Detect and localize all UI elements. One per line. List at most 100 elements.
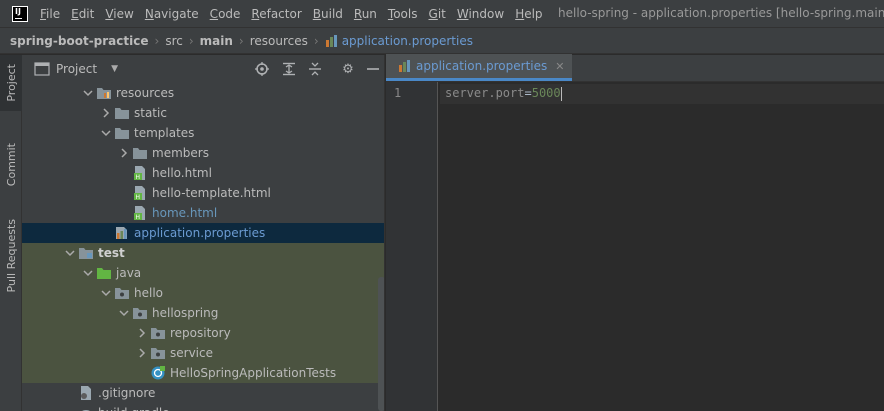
tree-item-application-properties[interactable]: application.properties (22, 223, 384, 243)
tree-item-build-gradle[interactable]: build.gradle (22, 403, 384, 411)
menu-window[interactable]: Window (457, 7, 504, 21)
chevron-down-icon[interactable]: ▼ (111, 64, 118, 74)
project-panel-title[interactable]: Project (56, 62, 97, 76)
tree-item-gitignore[interactable]: .gitignore (22, 383, 384, 403)
tree-item-hello[interactable]: hello (22, 283, 384, 303)
package-icon (150, 345, 166, 361)
chevron-down-icon[interactable] (116, 303, 132, 323)
menu-refactor[interactable]: Refactor (251, 7, 301, 21)
test-class-icon (150, 365, 166, 381)
breadcrumb-separator-icon: › (154, 33, 160, 48)
project-tool-label: Project (4, 64, 18, 102)
chevron-down-icon[interactable] (98, 123, 114, 143)
tree-item-hellospringapplicationtests[interactable]: HelloSpringApplicationTests (22, 363, 384, 383)
menu-edit[interactable]: Edit (71, 7, 94, 21)
expand-all-icon[interactable] (281, 61, 297, 77)
tree-item-label: resources (116, 86, 175, 100)
chevron-right-icon[interactable] (116, 143, 132, 163)
code-line-1[interactable]: server.port=5000 (445, 86, 562, 101)
menu-help[interactable]: Help (515, 7, 542, 21)
breadcrumb-resources[interactable]: resources (250, 34, 308, 48)
tree-item-members[interactable]: members (22, 143, 384, 163)
chevron-down-icon[interactable] (62, 243, 78, 263)
menu-build[interactable]: Build (313, 7, 343, 21)
tree-item-service[interactable]: service (22, 343, 384, 363)
tab-application-properties[interactable]: application.properties ✕ (386, 54, 573, 81)
menu-git[interactable]: Git (429, 7, 446, 21)
chevron-right-icon[interactable] (98, 103, 114, 123)
svg-text:H: H (136, 194, 141, 201)
tree-item-test[interactable]: test (22, 243, 384, 263)
html-file-icon: H (132, 165, 148, 181)
tree-item-label: members (152, 146, 209, 160)
package-icon (132, 305, 148, 321)
tree-item-label: build.gradle (98, 406, 170, 411)
collapse-all-icon[interactable] (307, 61, 323, 77)
menu-view[interactable]: View (105, 7, 133, 21)
property-value: 5000 (531, 86, 561, 100)
commit-tool-label: Commit (4, 143, 18, 187)
folder-icon (114, 125, 130, 141)
project-tool-button[interactable]: Project (0, 55, 22, 111)
chevron-down-icon[interactable] (98, 283, 114, 303)
breadcrumb-separator-icon: › (188, 33, 194, 48)
tree-item-hellospring[interactable]: hellospring (22, 303, 384, 323)
chevron-down-icon[interactable] (80, 263, 96, 283)
commit-tool-button[interactable]: Commit (0, 133, 22, 197)
close-icon[interactable]: ✕ (555, 60, 564, 73)
chevron-right-icon[interactable] (134, 323, 150, 343)
text-cursor (560, 86, 562, 101)
breadcrumb-project[interactable]: spring-boot-practice (10, 34, 149, 48)
minimize-icon[interactable] (365, 61, 381, 77)
html-file-icon: H (132, 205, 148, 221)
menu-tools[interactable]: Tools (388, 7, 418, 21)
tree-item-label: test (98, 246, 125, 260)
chevron-right-icon[interactable] (134, 343, 150, 363)
editor-area: application.properties ✕ 1 server.port=5… (386, 54, 884, 411)
pull-requests-tool-button[interactable]: Pull Requests (0, 211, 22, 301)
breadcrumb-file-label: application.properties (341, 33, 473, 48)
breadcrumb-separator-icon: › (238, 33, 244, 48)
menu-navigate[interactable]: Navigate (145, 7, 199, 21)
tree-item-hello-template-html[interactable]: Hhello-template.html (22, 183, 384, 203)
breadcrumb-main[interactable]: main (200, 34, 233, 48)
package-icon (150, 325, 166, 341)
breadcrumb-src[interactable]: src (165, 34, 183, 48)
tree-item-resources[interactable]: resources (22, 83, 384, 103)
test-source-folder-icon (96, 265, 112, 281)
line-number: 1 (394, 86, 402, 100)
tab-label: application.properties (416, 59, 548, 73)
menu-code[interactable]: Code (210, 7, 241, 21)
project-view-icon (34, 62, 50, 76)
tree-item-home-html[interactable]: Hhome.html (22, 203, 384, 223)
chevron-down-icon[interactable] (80, 83, 96, 103)
menu-run[interactable]: Run (354, 7, 377, 21)
tree-item-templates[interactable]: templates (22, 123, 384, 143)
project-panel: Project ▼ ⚙ resources static templates memb… (22, 55, 385, 411)
tree-item-java[interactable]: java (22, 263, 384, 283)
tree-item-repository[interactable]: repository (22, 323, 384, 343)
tree-item-label: HelloSpringApplicationTests (170, 366, 337, 380)
locate-icon[interactable] (254, 61, 270, 77)
property-equals: = (524, 86, 532, 100)
tree-item-label: application.properties (134, 226, 266, 240)
gradle-file-icon (78, 405, 94, 411)
folder-icon (114, 105, 130, 121)
editor-tab-bar: application.properties ✕ (386, 54, 884, 82)
breadcrumb-file[interactable]: application.properties (325, 34, 473, 48)
tree-item-hello-html[interactable]: Hhello.html (22, 163, 384, 183)
tree-scrollbar-thumb[interactable] (378, 277, 384, 411)
project-tree: resources static templates members Hhello.ht… (22, 83, 384, 411)
tree-item-label: templates (134, 126, 195, 140)
tree-item-label: hello-template.html (152, 186, 271, 200)
tree-item-label: .gitignore (98, 386, 156, 400)
menu-file[interactable]: File (40, 7, 60, 21)
gear-icon[interactable]: ⚙ (340, 61, 356, 77)
tree-item-static[interactable]: static (22, 103, 384, 123)
tree-item-label: hello (134, 286, 163, 300)
intellij-logo-icon[interactable]: IJ (12, 5, 28, 22)
